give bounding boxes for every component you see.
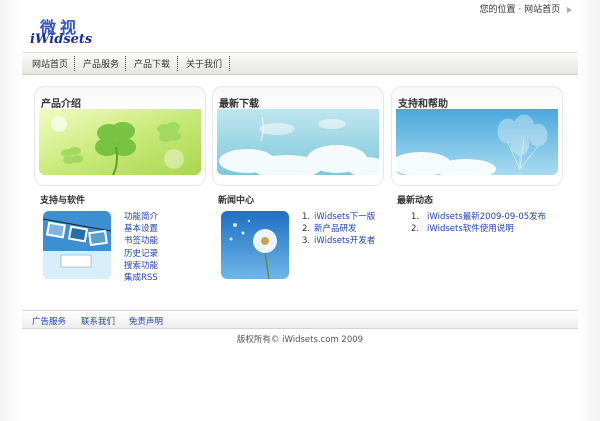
list-item[interactable]: 搜索功能 xyxy=(124,260,158,272)
list-item[interactable]: 1. iWidsets最新2009-09-05发布 xyxy=(411,211,546,223)
box-title: 产品介绍 xyxy=(41,99,81,110)
nav-separator xyxy=(74,56,75,71)
box-support-help: 支持和帮助 xyxy=(391,86,563,186)
footer-link-ads[interactable]: 广告服务 xyxy=(32,315,66,327)
sky-balloons-illustration[interactable] xyxy=(396,109,558,175)
photo-strip-illustration[interactable] xyxy=(43,211,111,279)
box-title: 最新下载 xyxy=(219,99,259,110)
list-item[interactable]: 书签功能 xyxy=(124,235,158,247)
main-nav: 网站首页 产品服务 产品下载 关于我们 xyxy=(22,52,578,75)
logo-english-text: iWidsets xyxy=(30,32,93,47)
latest-list: 1. iWidsets最新2009-09-05发布 2. iWidsets软件使用说… xyxy=(411,211,546,235)
list-number: 3. xyxy=(302,236,311,247)
section-title-news: 新闻中心 xyxy=(218,196,255,206)
box-latest-download: 最新下载 xyxy=(212,86,384,186)
nav-item-home[interactable]: 网站首页 xyxy=(32,57,68,70)
box-title: 支持和帮助 xyxy=(398,99,448,110)
site-logo[interactable]: 微视 iWidsets xyxy=(30,14,102,50)
list-item[interactable]: 功能简介 xyxy=(124,211,158,223)
list-item[interactable]: 2. 新产品研发 xyxy=(302,223,375,235)
footer-nav: 广告服务 联系我们 免责声明 xyxy=(22,311,578,329)
breadcrumb-separator: · xyxy=(518,5,522,15)
breadcrumb: 您的位置 · 网站首页 xyxy=(479,2,572,15)
list-number: 2. xyxy=(302,224,311,235)
nav-separator xyxy=(177,56,178,71)
support-link-list: 功能简介 基本设置 书签功能 历史记录 搜索功能 集成RSS xyxy=(124,211,158,284)
breadcrumb-arrow-icon xyxy=(567,6,572,13)
list-item[interactable]: 基本设置 xyxy=(124,223,158,235)
nav-separator xyxy=(229,56,230,71)
news-list: 1. iWidsets下一版 2. 新产品研发 3. iWidsets开发者 xyxy=(302,211,375,248)
sky-clouds-illustration[interactable] xyxy=(217,109,379,175)
nav-separator xyxy=(125,56,126,71)
list-item[interactable]: 历史记录 xyxy=(124,248,158,260)
nav-item-download[interactable]: 产品下载 xyxy=(134,57,170,70)
list-number: 2. xyxy=(411,224,420,235)
list-item[interactable]: 2. iWidsets软件使用说明 xyxy=(411,223,546,235)
nav-item-about[interactable]: 关于我们 xyxy=(186,57,222,70)
list-item[interactable]: 3. iWidsets开发者 xyxy=(302,235,375,247)
list-item-text[interactable]: 新产品研发 xyxy=(314,224,357,234)
list-item-text[interactable]: iWidsets软件使用说明 xyxy=(427,224,514,234)
dandelion-illustration[interactable] xyxy=(221,211,289,279)
copyright-text: 版权所有© iWidsets.com 2009 xyxy=(236,335,364,345)
clover-leaves-illustration[interactable] xyxy=(39,109,201,175)
footer-link-disclaimer[interactable]: 免责声明 xyxy=(129,315,163,327)
breadcrumb-current[interactable]: 网站首页 xyxy=(524,5,560,15)
list-number: 1. xyxy=(411,212,420,222)
section-title-support: 支持与软件 xyxy=(40,196,86,206)
box-product-intro: 产品介绍 xyxy=(34,86,206,186)
list-number: 1. xyxy=(302,212,311,222)
list-item-text[interactable]: iWidsets下一版 xyxy=(314,212,375,222)
list-item[interactable]: 集成RSS xyxy=(124,272,158,284)
list-item-text[interactable]: iWidsets开发者 xyxy=(314,236,375,246)
list-item-text[interactable]: iWidsets最新2009-09-05发布 xyxy=(427,212,546,222)
breadcrumb-label: 您的位置 xyxy=(479,5,516,15)
nav-item-products[interactable]: 产品服务 xyxy=(83,57,119,70)
page-container: 微视 iWidsets 您的位置 · 网站首页 网站首页 产品服务 产品下载 关… xyxy=(22,0,578,421)
section-title-latest: 最新动态 xyxy=(397,196,434,206)
footer-link-contact[interactable]: 联系我们 xyxy=(81,315,115,327)
list-item[interactable]: 1. iWidsets下一版 xyxy=(302,211,375,223)
